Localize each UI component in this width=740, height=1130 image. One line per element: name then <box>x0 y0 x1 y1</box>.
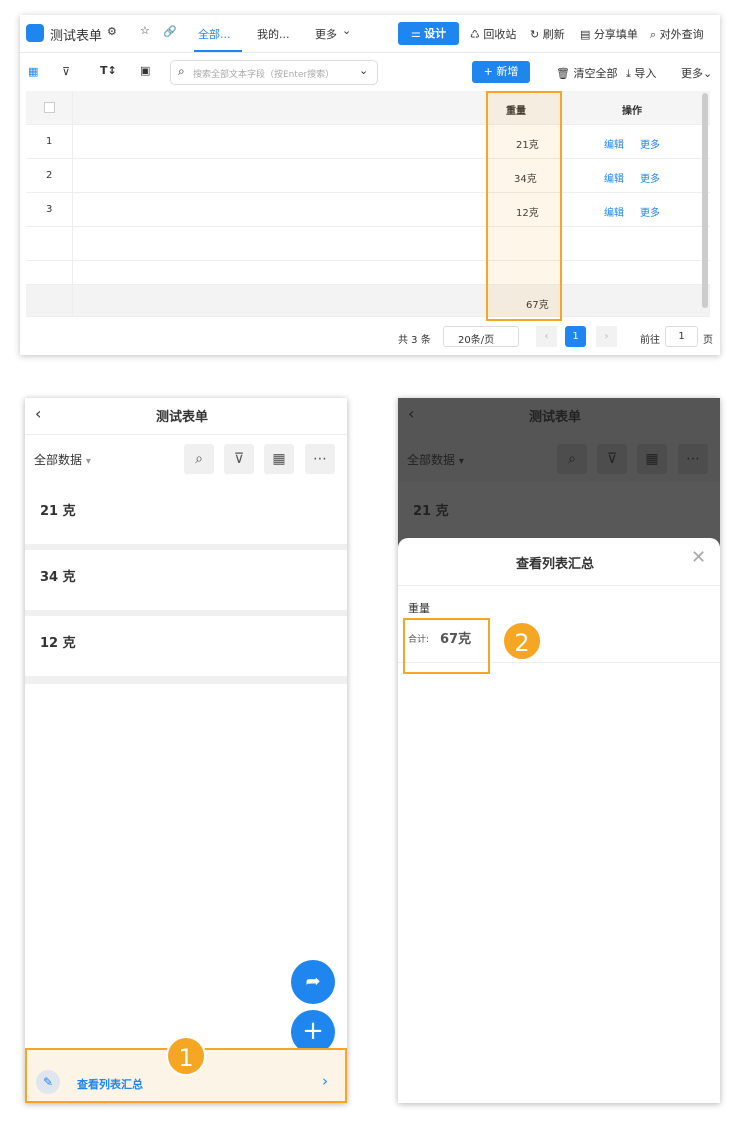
column-divider <box>72 91 73 317</box>
next-page-button[interactable]: › <box>596 326 617 347</box>
back-icon[interactable]: ‹ <box>35 404 41 423</box>
list-item[interactable]: 12 克 <box>25 616 347 676</box>
filter-dropdown[interactable]: 全部数据 ▾ <box>34 451 91 468</box>
goto-page-input[interactable]: 1 <box>665 326 698 347</box>
sort-icon[interactable]: T↕ <box>100 64 117 77</box>
share-fab[interactable]: ➦ <box>291 960 335 1004</box>
back-icon[interactable]: ‹ <box>408 404 414 423</box>
filter-dropdown[interactable]: 全部数据 ▾ <box>407 451 464 468</box>
list-item[interactable]: 21 克 <box>25 482 347 544</box>
mobile-list-view: ‹ 测试表单 全部数据 ▾ ⌕ ⊽ ▦ ⋯ 21 克 34 克 12 克 ➦ +… <box>25 398 347 1103</box>
chevron-right-icon: › <box>322 1072 328 1090</box>
prev-page-button[interactable]: ‹ <box>536 326 557 347</box>
tab-mine[interactable]: 我的... <box>257 26 290 42</box>
view-icon[interactable]: ▦ <box>28 65 38 78</box>
calculator-button[interactable]: ▦ <box>264 444 294 474</box>
mobile-title: 测试表单 <box>156 410 209 425</box>
desktop-form-view: 测试表单 ⚙ ☆ 🔗 全部... 我的... 更多 ⌄ ⚌ 设计 ♺ 回收站 ↻… <box>20 15 720 355</box>
step-badge-1: 1 <box>166 1036 206 1076</box>
design-button[interactable]: ⚌ 设计 <box>398 22 459 45</box>
link-icon[interactable]: 🔗 <box>163 25 177 38</box>
gear-icon[interactable]: ⚙ <box>107 25 117 38</box>
filter-button[interactable]: ⊽ <box>597 444 627 474</box>
weight-column-highlight-border <box>486 91 562 321</box>
add-button[interactable]: + 新增 <box>472 61 530 83</box>
chevron-down-icon: ⌄ <box>342 24 352 37</box>
tab-all[interactable]: 全部... <box>198 26 231 42</box>
toolbar: ▦ ⊽ T↕ ▣ ⌕ 搜索全部文本字段（按Enter搜索） ⌄ + 新增 🗑 清… <box>20 55 720 91</box>
list-item[interactable]: 34 克 <box>25 550 347 610</box>
more-button[interactable]: ⋯ <box>678 444 708 474</box>
total-highlight-border <box>403 618 490 674</box>
form-title: 测试表单 <box>50 29 103 44</box>
share-button[interactable]: ▤ 分享填单 <box>580 26 638 42</box>
more-button[interactable]: 更多⌄ <box>681 65 712 81</box>
recycle-bin-button[interactable]: ♺ 回收站 <box>470 26 516 42</box>
clear-all-button[interactable]: 🗑 清空全部 <box>556 65 617 81</box>
table-header: 重量 操作 <box>26 91 710 125</box>
close-icon[interactable]: ✕ <box>691 547 706 568</box>
search-button[interactable]: ⌕ <box>557 444 587 474</box>
page-1-button[interactable]: 1 <box>565 326 586 347</box>
edit-link[interactable]: 编辑 <box>604 136 624 151</box>
external-query-button[interactable]: ⌕ 对外查询 <box>650 26 704 42</box>
mobile-summary-sheet-view: ‹ 测试表单 全部数据 ▾ ⌕ ⊽ ▦ ⋯ 21 克 查看列表汇总 ✕ 重量 合… <box>398 398 720 1103</box>
more-button[interactable]: ⋯ <box>305 444 335 474</box>
more-link[interactable]: 更多 <box>640 136 660 151</box>
table-row[interactable]: 3 12克 编辑 更多 <box>26 193 710 227</box>
calendar-icon[interactable]: ▣ <box>140 64 150 77</box>
pagination: 共 3 条 20条/页 ‹ 1 › 前往 1 页 <box>20 325 720 349</box>
filter-icon[interactable]: ⊽ <box>62 65 70 78</box>
tab-more[interactable]: 更多 <box>315 26 337 42</box>
summary-icon: ✎ <box>36 1070 60 1094</box>
vertical-scrollbar[interactable] <box>702 93 708 308</box>
table-row[interactable]: 1 21克 编辑 更多 <box>26 125 710 159</box>
top-bar: 测试表单 ⚙ ☆ 🔗 全部... 我的... 更多 ⌄ ⚌ 设计 ♺ 回收站 ↻… <box>20 15 720 53</box>
step-badge-2: 2 <box>502 621 542 661</box>
empty-row <box>26 227 710 261</box>
table-row[interactable]: 2 34克 编辑 更多 <box>26 159 710 193</box>
summary-row: 67克 <box>26 285 710 317</box>
calculator-button[interactable]: ▦ <box>637 444 667 474</box>
filter-button[interactable]: ⊽ <box>224 444 254 474</box>
edit-link[interactable]: 编辑 <box>604 170 624 185</box>
more-link[interactable]: 更多 <box>640 204 660 219</box>
edit-link[interactable]: 编辑 <box>604 204 624 219</box>
import-button[interactable]: ⤓ 导入 <box>626 65 656 81</box>
search-input[interactable]: ⌕ 搜索全部文本字段（按Enter搜索） ⌄ <box>170 60 378 85</box>
refresh-button[interactable]: ↻ 刷新 <box>530 26 565 42</box>
star-icon[interactable]: ☆ <box>140 24 150 37</box>
app-icon <box>26 24 44 42</box>
select-all-checkbox[interactable] <box>44 102 55 113</box>
chevron-down-icon[interactable]: ⌄ <box>359 64 368 77</box>
tab-active-underline <box>194 50 242 52</box>
data-table: 重量 操作 1 21克 编辑 更多 2 34克 编辑 更多 3 12克 编辑 更多 67克 <box>26 91 710 321</box>
search-icon: ⌕ <box>178 64 185 78</box>
search-button[interactable]: ⌕ <box>184 444 214 474</box>
empty-row <box>26 261 710 285</box>
page-size-select[interactable]: 20条/页 <box>443 326 519 347</box>
more-link[interactable]: 更多 <box>640 170 660 185</box>
